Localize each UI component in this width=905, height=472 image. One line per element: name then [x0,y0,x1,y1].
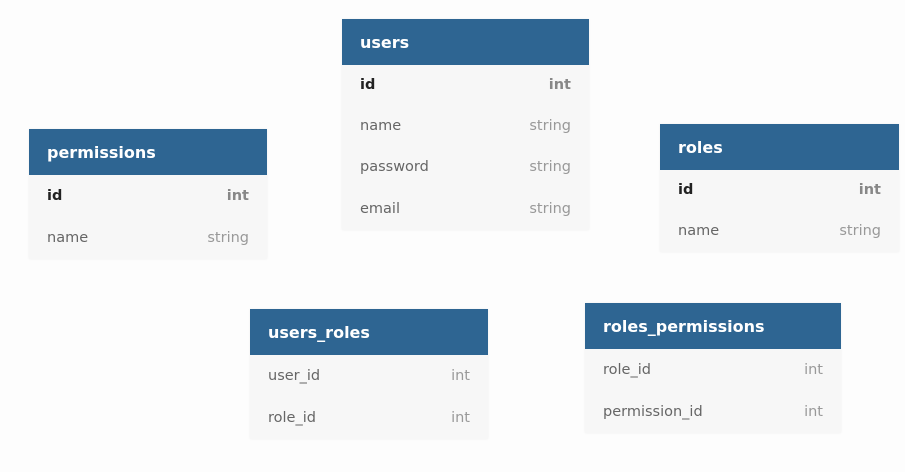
table-columns-permissions: id int name string [29,175,267,259]
column-row-id: id int [660,170,899,210]
table-title-roles[interactable]: roles [660,124,899,170]
table-users-roles[interactable]: users_roles user_id int role_id int [250,309,488,439]
column-type: int [804,362,823,378]
column-type: int [451,368,470,384]
table-columns-users: id int name string password string email… [342,65,589,230]
column-row-id: id int [29,175,267,217]
column-row-id: id int [342,65,589,105]
column-name: name [47,230,89,246]
table-roles[interactable]: roles id int name string [660,124,899,252]
table-title-users-roles[interactable]: users_roles [250,309,488,355]
table-roles-permissions[interactable]: roles_permissions role_id int permission… [585,303,841,433]
column-name: email [360,200,400,217]
column-row-password: password string [342,147,589,189]
column-row-role-id: role_id int [585,349,841,391]
table-title-users[interactable]: users [342,19,589,65]
column-row-name: name string [29,217,267,259]
column-name: role_id [268,410,316,426]
column-type: string [529,200,571,217]
column-name: id [678,182,694,198]
column-name: role_id [603,362,651,378]
column-name: user_id [268,368,321,384]
column-name: id [360,77,376,93]
column-row-name: name string [342,105,589,147]
column-row-user-id: user_id int [250,355,488,397]
column-type: string [839,223,881,239]
column-type: string [529,117,571,134]
column-name: password [360,159,429,176]
column-name: permission_id [603,404,703,420]
column-type: string [207,230,249,246]
column-row-email: email string [342,188,589,230]
table-columns-roles: id int name string [660,170,899,252]
column-type: int [858,182,881,198]
column-row-role-id: role_id int [250,397,488,439]
column-row-name: name string [660,210,899,252]
table-columns-roles-permissions: role_id int permission_id int [585,349,841,433]
column-name: name [360,117,402,134]
column-type: int [548,77,571,93]
column-type: int [226,188,249,204]
column-row-permission-id: permission_id int [585,391,841,433]
table-permissions[interactable]: permissions id int name string [29,129,267,259]
column-type: string [529,159,571,176]
column-name: id [47,188,63,204]
column-type: int [804,404,823,420]
table-users[interactable]: users id int name string password string… [342,19,589,230]
column-name: name [678,223,720,239]
column-type: int [451,410,470,426]
table-title-permissions[interactable]: permissions [29,129,267,175]
table-title-roles-permissions[interactable]: roles_permissions [585,303,841,349]
table-columns-users-roles: user_id int role_id int [250,355,488,439]
